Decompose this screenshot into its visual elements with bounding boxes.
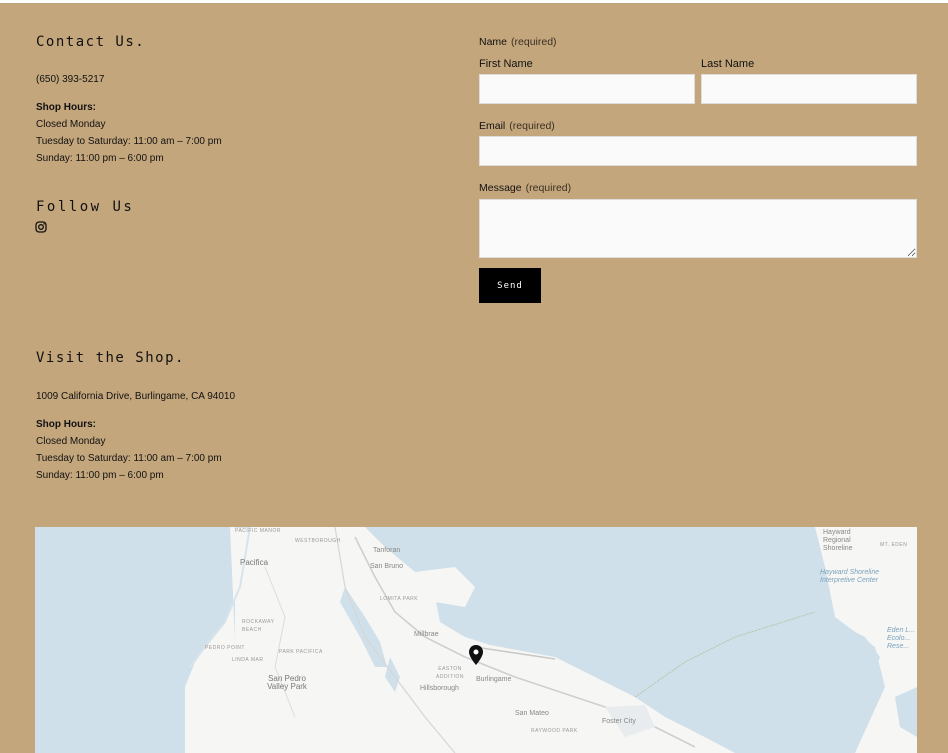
map-canvas — [35, 527, 917, 753]
first-name-input[interactable] — [479, 74, 695, 104]
email-label-text: Email — [479, 120, 506, 132]
map-label: EASTON ADDITION — [436, 666, 464, 680]
visit-shop-hours: Shop Hours: Closed Monday Tuesday to Sat… — [36, 416, 222, 484]
map-label: Burlingame — [476, 676, 512, 683]
map-label: San Pedro Valley Park — [267, 674, 307, 691]
map-label: MT. EDEN — [880, 542, 908, 548]
hours-line: Closed Monday — [36, 436, 106, 447]
map-label: PACIFIC MANOR — [235, 528, 281, 534]
map-label: San Mateo — [515, 710, 549, 717]
message-label: Message (required) — [479, 182, 571, 194]
top-border — [0, 0, 948, 3]
map-label: Eden L... Ecolo... Rese... — [887, 627, 916, 650]
map-label: Hayward Regional Shoreline — [823, 529, 853, 552]
name-label: Name (required) — [479, 36, 557, 48]
shop-address: 1009 California Drive, Burlingame, CA 94… — [36, 391, 235, 402]
visit-heading: Visit the Shop. — [36, 350, 185, 366]
shop-hours-title: Shop Hours: — [36, 419, 96, 430]
hours-line: Sunday: 11:00 pm – 6:00 pm — [36, 470, 164, 481]
map[interactable]: PACIFIC MANOR WESTBOROUGH Tanforan San B… — [35, 527, 917, 753]
contact-heading: Contact Us. — [36, 34, 146, 50]
required-marker: (required) — [525, 182, 572, 194]
map-label: Hayward Shoreline Interpretive Center — [820, 569, 880, 584]
message-textarea[interactable] — [479, 199, 917, 258]
send-button[interactable]: Send — [479, 268, 541, 303]
last-name-label: Last Name — [701, 58, 755, 70]
map-label: Foster City — [602, 718, 636, 725]
map-label: San Bruno — [370, 563, 404, 570]
map-label: Millbrae — [414, 631, 439, 638]
first-name-label: First Name — [479, 58, 533, 70]
hours-line: Closed Monday — [36, 119, 106, 130]
required-marker: (required) — [511, 36, 557, 48]
instagram-icon[interactable] — [35, 221, 47, 233]
name-label-text: Name — [479, 36, 508, 48]
location-pin-icon[interactable] — [469, 645, 483, 665]
email-label: Email (required) — [479, 120, 555, 132]
email-input[interactable] — [479, 136, 917, 166]
map-label: Pacifica — [240, 558, 269, 567]
follow-heading: Follow Us — [36, 199, 135, 215]
last-name-input[interactable] — [701, 74, 917, 104]
contact-shop-hours: Shop Hours: Closed Monday Tuesday to Sat… — [36, 99, 222, 167]
phone-number[interactable]: (650) 393-5217 — [36, 74, 104, 85]
map-label: ROCKAWAY BEACH — [242, 619, 275, 633]
map-label: LINDA MAR — [232, 657, 264, 663]
hours-line: Tuesday to Saturday: 11:00 am – 7:00 pm — [36, 136, 222, 147]
map-label: WESTBOROUGH — [295, 538, 341, 544]
hours-line: Tuesday to Saturday: 11:00 am – 7:00 pm — [36, 453, 222, 464]
map-label: LOMITA PARK — [380, 596, 419, 602]
hours-line: Sunday: 11:00 pm – 6:00 pm — [36, 153, 164, 164]
map-label: Hillsborough — [420, 685, 459, 692]
shop-hours-title: Shop Hours: — [36, 102, 96, 113]
message-label-text: Message — [479, 182, 522, 194]
map-label: PARK PACIFICA — [279, 649, 323, 655]
map-label: RAYWOOD PARK — [531, 728, 578, 734]
map-label: Tanforan — [373, 547, 401, 554]
required-marker: (required) — [509, 120, 555, 132]
map-label: PEDRO POINT — [205, 645, 245, 651]
